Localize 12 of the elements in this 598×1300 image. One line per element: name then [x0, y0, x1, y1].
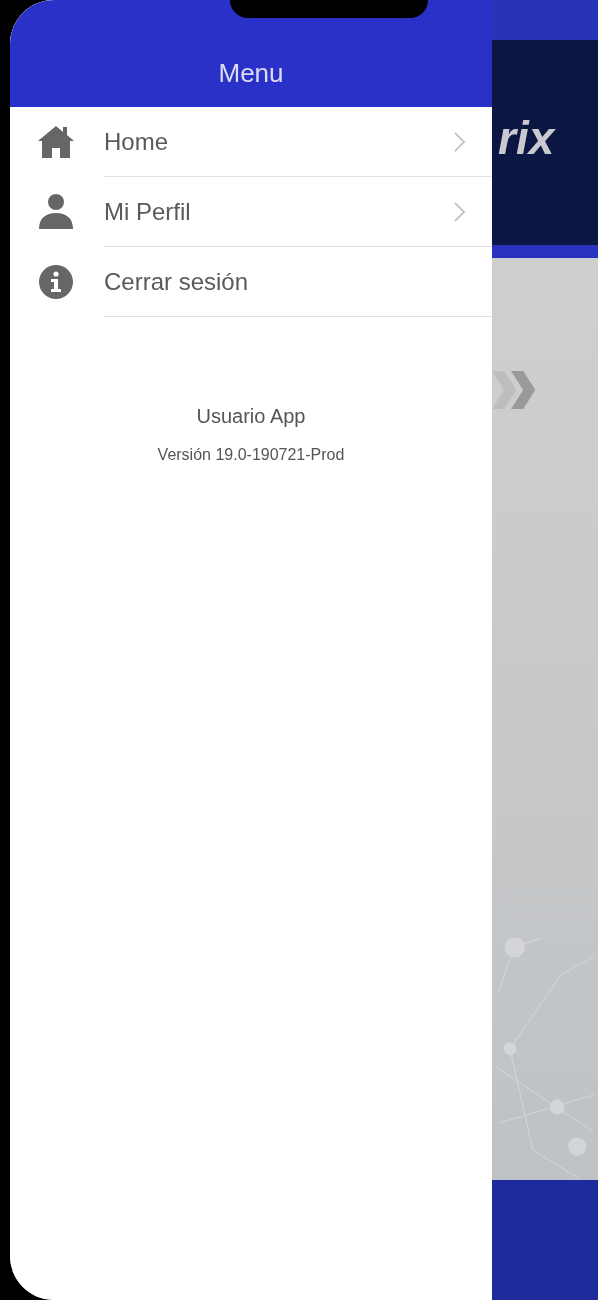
menu-item[interactable]: Home [10, 107, 492, 177]
menu-item[interactable]: Mi Perfil [10, 177, 492, 247]
logo-text: rix [498, 110, 555, 165]
person-icon [36, 192, 76, 232]
menu-item[interactable]: Cerrar sesión [10, 247, 492, 317]
info-icon [36, 262, 76, 302]
menu-item-label: Mi Perfil [104, 197, 191, 226]
version-text: Versión 19.0-190721-Prod [157, 446, 345, 464]
user-name: Usuario App [196, 405, 306, 428]
menu-item-label: Cerrar sesión [104, 267, 249, 296]
menu-title: Menu [218, 58, 284, 89]
menu-item-label: Home [104, 127, 169, 156]
